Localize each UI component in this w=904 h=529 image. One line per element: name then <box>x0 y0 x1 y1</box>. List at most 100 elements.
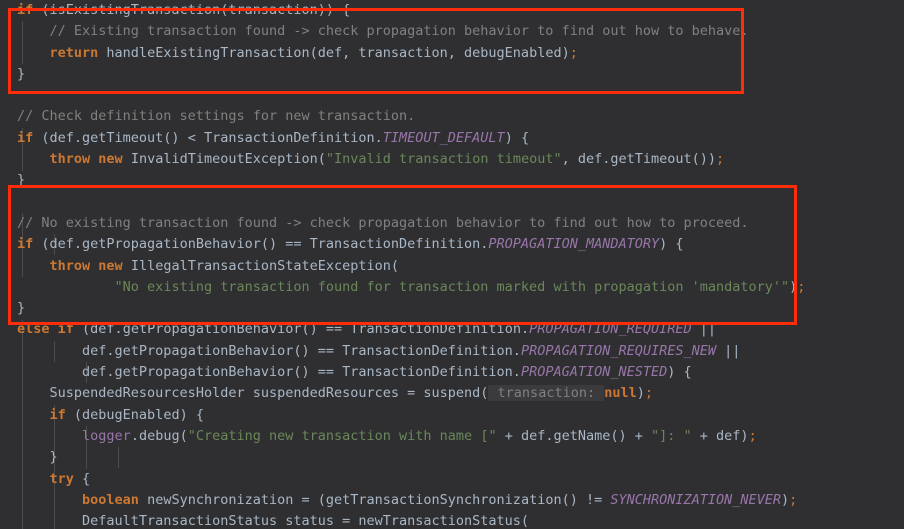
code-line[interactable]: } <box>0 447 904 468</box>
code-line[interactable]: } <box>0 170 904 191</box>
code-token: return <box>49 44 99 61</box>
code-token: } <box>17 300 26 317</box>
code-token: .debug( <box>130 427 188 444</box>
code-token: IllegalTransactionStateException( <box>122 257 400 274</box>
code-token: PROPAGATION_REQUIRED <box>529 321 692 338</box>
code-token: (def.getPropagationBehavior() == Transac… <box>73 321 530 338</box>
code-token: ; <box>569 44 578 61</box>
code-line[interactable] <box>0 85 904 106</box>
code-token: def.getPropagationBehavior() == Transact… <box>82 342 521 359</box>
code-line[interactable]: if (isExistingTransaction(transaction)) … <box>0 0 904 21</box>
code-token: new <box>98 151 123 168</box>
code-token: SuspendedResourcesHolder suspendedResour… <box>49 385 489 402</box>
code-token: ) { <box>504 129 530 146</box>
code-line[interactable]: // No existing transaction found -> chec… <box>0 213 904 234</box>
code-token: null <box>604 385 637 402</box>
code-token: try <box>49 470 74 487</box>
code-token: ) <box>781 491 790 508</box>
code-token: (isExistingTransaction(transaction)) { <box>33 2 351 18</box>
code-token: // Check definition settings for new tra… <box>17 108 416 125</box>
code-content[interactable]: if (isExistingTransaction(transaction)) … <box>0 0 904 529</box>
code-token: ; <box>644 385 654 402</box>
code-token: ; <box>789 491 798 508</box>
code-token: (debugEnabled) { <box>65 406 204 423</box>
code-token: } <box>17 65 26 82</box>
code-token: PROPAGATION_REQUIRES_NEW <box>520 342 717 359</box>
code-line[interactable]: logger.debug("Creating new transaction w… <box>0 426 904 447</box>
code-line[interactable]: } <box>0 64 904 85</box>
code-token: ) { <box>659 236 684 253</box>
code-token: "]: " <box>651 427 692 444</box>
code-token: } <box>49 449 58 466</box>
code-line[interactable]: throw new InvalidTimeoutException("Inval… <box>0 149 904 170</box>
code-token: // No existing transaction found -> chec… <box>17 214 749 231</box>
code-token: // Existing transaction found -> check p… <box>49 23 749 40</box>
code-token: ; <box>716 151 725 168</box>
code-token: else <box>17 321 50 338</box>
code-token: || <box>691 321 717 338</box>
code-line[interactable]: def.getPropagationBehavior() == Transact… <box>0 341 904 362</box>
code-token: if <box>49 406 66 423</box>
code-line[interactable]: if (def.getTimeout() < TransactionDefini… <box>0 128 904 149</box>
code-line[interactable]: else if (def.getPropagationBehavior() ==… <box>0 319 904 340</box>
code-line[interactable]: "No existing transaction found for trans… <box>0 277 904 298</box>
code-token: (def.getPropagationBehavior() == Transac… <box>33 236 489 253</box>
code-line[interactable]: SuspendedResourcesHolder suspendedResour… <box>0 383 904 404</box>
code-line[interactable]: boolean newSynchronization = (getTransac… <box>0 490 904 511</box>
code-line[interactable]: return handleExistingTransaction(def, tr… <box>0 43 904 64</box>
code-token: "Creating new transaction with name [" <box>187 427 497 444</box>
code-token: if <box>17 129 34 146</box>
code-token: ) <box>636 385 645 402</box>
code-token: , def.getTimeout()) <box>561 151 717 168</box>
code-token: new <box>98 257 123 274</box>
code-token: } <box>17 172 26 189</box>
code-token: def.getPropagationBehavior() == Transact… <box>82 364 521 381</box>
code-line[interactable]: if (debugEnabled) { <box>0 405 904 426</box>
code-token: ; <box>797 278 806 295</box>
code-token: DefaultTransactionStatus status = newTra… <box>82 513 530 529</box>
code-token: handleExistingTransaction(def, transacti… <box>98 44 570 61</box>
code-line[interactable]: // Check definition settings for new tra… <box>0 106 904 127</box>
code-line[interactable]: try { <box>0 469 904 490</box>
code-token: newSynchronization = (getTransactionSync… <box>138 491 611 508</box>
code-token: if <box>17 236 34 253</box>
code-line[interactable]: DefaultTransactionStatus status = newTra… <box>0 511 904 529</box>
code-token: boolean <box>82 491 139 508</box>
code-token: + def) <box>691 427 749 444</box>
code-line[interactable]: def.getPropagationBehavior() == Transact… <box>0 362 904 383</box>
code-token: "No existing transaction found for trans… <box>114 278 790 295</box>
code-token: if <box>57 321 74 338</box>
code-token: PROPAGATION_MANDATORY <box>488 236 660 253</box>
code-token: transaction: <box>488 385 605 402</box>
code-token: ) { <box>667 364 692 381</box>
code-token: || <box>716 342 741 359</box>
code-token: logger <box>82 427 131 444</box>
code-line[interactable]: throw new IllegalTransactionStateExcepti… <box>0 256 904 277</box>
code-line[interactable] <box>0 192 904 213</box>
code-token: { <box>73 470 91 487</box>
code-line[interactable]: // Existing transaction found -> check p… <box>0 21 904 42</box>
code-line[interactable]: if (def.getPropagationBehavior() == Tran… <box>0 234 904 255</box>
code-line[interactable]: } <box>0 298 904 319</box>
code-token: (def.getTimeout() < TransactionDefinitio… <box>33 129 383 146</box>
code-token: "Invalid transaction timeout" <box>325 151 562 168</box>
code-token: throw <box>49 257 91 274</box>
code-token: SYNCHRONIZATION_NEVER <box>610 491 782 508</box>
code-token: InvalidTimeoutException( <box>122 151 326 168</box>
code-token: PROPAGATION_NESTED <box>520 364 668 381</box>
